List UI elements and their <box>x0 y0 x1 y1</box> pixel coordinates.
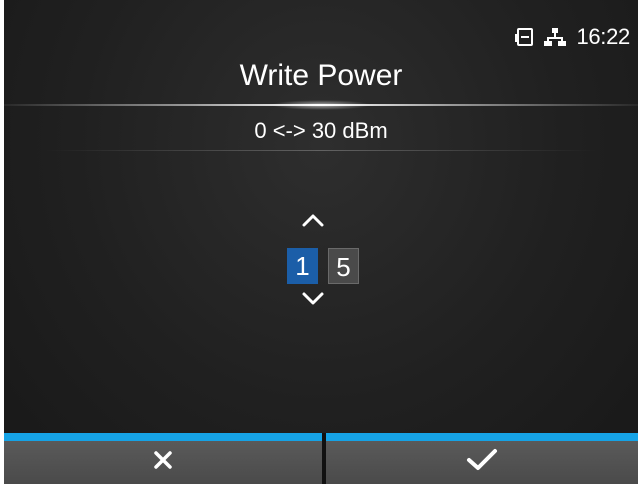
close-icon <box>152 449 174 476</box>
cancel-accent-bar <box>4 433 322 441</box>
network-icon <box>544 27 567 47</box>
digit-tens-selected[interactable]: 1 <box>287 248 318 284</box>
confirm-accent-bar <box>326 433 638 441</box>
title-divider <box>4 104 638 106</box>
page-title: Write Power <box>239 59 403 92</box>
value-range-label: 0 <-> 30 dBm <box>254 118 388 143</box>
decrement-arrow-icon[interactable] <box>300 290 326 308</box>
cancel-button[interactable] <box>4 441 322 484</box>
subtitle-divider <box>44 150 598 151</box>
clock-time: 16:22 <box>576 24 630 49</box>
storage-card-icon <box>514 27 534 47</box>
digit-ones[interactable]: 5 <box>328 248 359 284</box>
confirm-button[interactable] <box>326 441 638 484</box>
status-bar: 16:22 <box>514 20 630 54</box>
checkmark-icon <box>466 448 498 477</box>
increment-arrow-icon[interactable] <box>300 211 326 229</box>
printer-display-screen: 16:22 Write Power 0 <-> 30 dBm 1 5 <box>4 0 638 484</box>
